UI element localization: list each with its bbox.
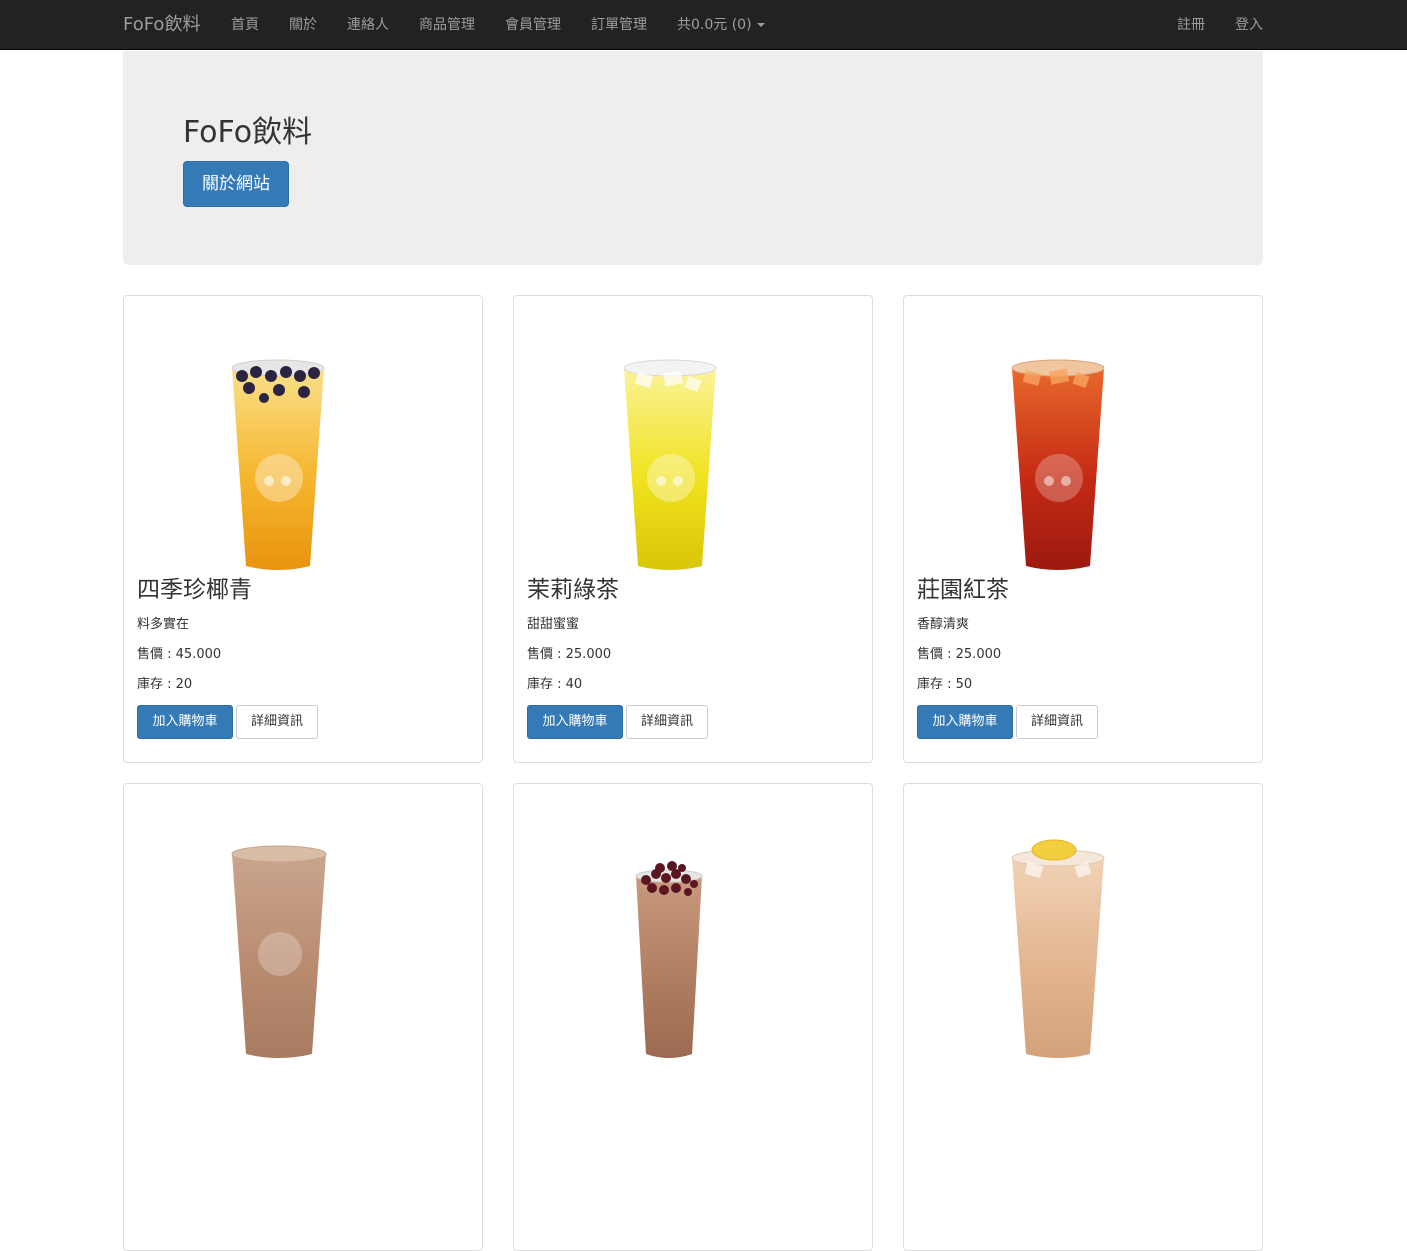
product-card (513, 783, 873, 1251)
product-name: 四季珍椰青 (137, 577, 252, 603)
product-card: 茉莉綠茶 甜甜蜜蜜 售價 : 25.000 庫存 : 40 加入購物車 詳細資訊 (513, 295, 873, 763)
product-card (123, 783, 483, 1251)
product-image (1011, 359, 1105, 570)
product-image (635, 861, 703, 1058)
add-to-cart-button[interactable]: 加入購物車 (137, 705, 233, 739)
nav-about[interactable]: 關於 (289, 0, 317, 50)
nav-member-management[interactable]: 會員管理 (505, 0, 561, 50)
jumbotron: FoFo飲料 關於網站 (123, 51, 1263, 265)
nav-order-management[interactable]: 訂單管理 (591, 0, 647, 50)
product-image (623, 359, 717, 570)
details-button[interactable]: 詳細資訊 (236, 705, 318, 739)
product-card: 四季珍椰青 料多實在 售價 : 45.000 庫存 : 20 加入購物車 詳細資… (123, 295, 483, 763)
product-card: 莊園紅茶 香醇清爽 售價 : 25.000 庫存 : 50 加入購物車 詳細資訊 (903, 295, 1263, 763)
details-button[interactable]: 詳細資訊 (626, 705, 708, 739)
nav-product-management[interactable]: 商品管理 (419, 0, 475, 50)
product-description: 甜甜蜜蜜 (527, 617, 580, 632)
product-image (231, 845, 327, 1058)
nav-login[interactable]: 登入 (1235, 0, 1263, 50)
product-name: 茉莉綠茶 (527, 577, 619, 603)
product-image (1011, 839, 1105, 1058)
nav-home[interactable]: 首頁 (231, 0, 259, 50)
product-price: 售價 : 25.000 (917, 647, 1002, 662)
product-price: 售價 : 45.000 (137, 647, 222, 662)
product-card (903, 783, 1263, 1251)
product-stock: 庫存 : 20 (137, 677, 193, 692)
product-description: 香醇清爽 (917, 617, 970, 632)
page-title: FoFo飲料 (183, 115, 313, 150)
product-stock: 庫存 : 40 (527, 677, 583, 692)
product-stock: 庫存 : 50 (917, 677, 973, 692)
product-description: 料多實在 (137, 617, 190, 632)
product-price: 售價 : 25.000 (527, 647, 612, 662)
product-name: 莊園紅茶 (917, 577, 1009, 603)
cart-dropdown[interactable]: 共0.0元 (0) (677, 0, 765, 50)
nav-register[interactable]: 註冊 (1177, 0, 1205, 50)
product-image (231, 359, 325, 570)
cart-summary: 共0.0元 (0) (677, 17, 752, 33)
navbar: FoFo飲料 首頁 關於 連絡人 商品管理 會員管理 訂單管理 共0.0元 (0… (0, 0, 1407, 50)
add-to-cart-button[interactable]: 加入購物車 (527, 705, 623, 739)
about-site-button[interactable]: 關於網站 (183, 161, 289, 207)
details-button[interactable]: 詳細資訊 (1016, 705, 1098, 739)
brand-link[interactable]: FoFo飲料 (123, 0, 200, 50)
add-to-cart-button[interactable]: 加入購物車 (917, 705, 1013, 739)
nav-contact[interactable]: 連絡人 (347, 0, 389, 50)
caret-down-icon (756, 23, 765, 27)
